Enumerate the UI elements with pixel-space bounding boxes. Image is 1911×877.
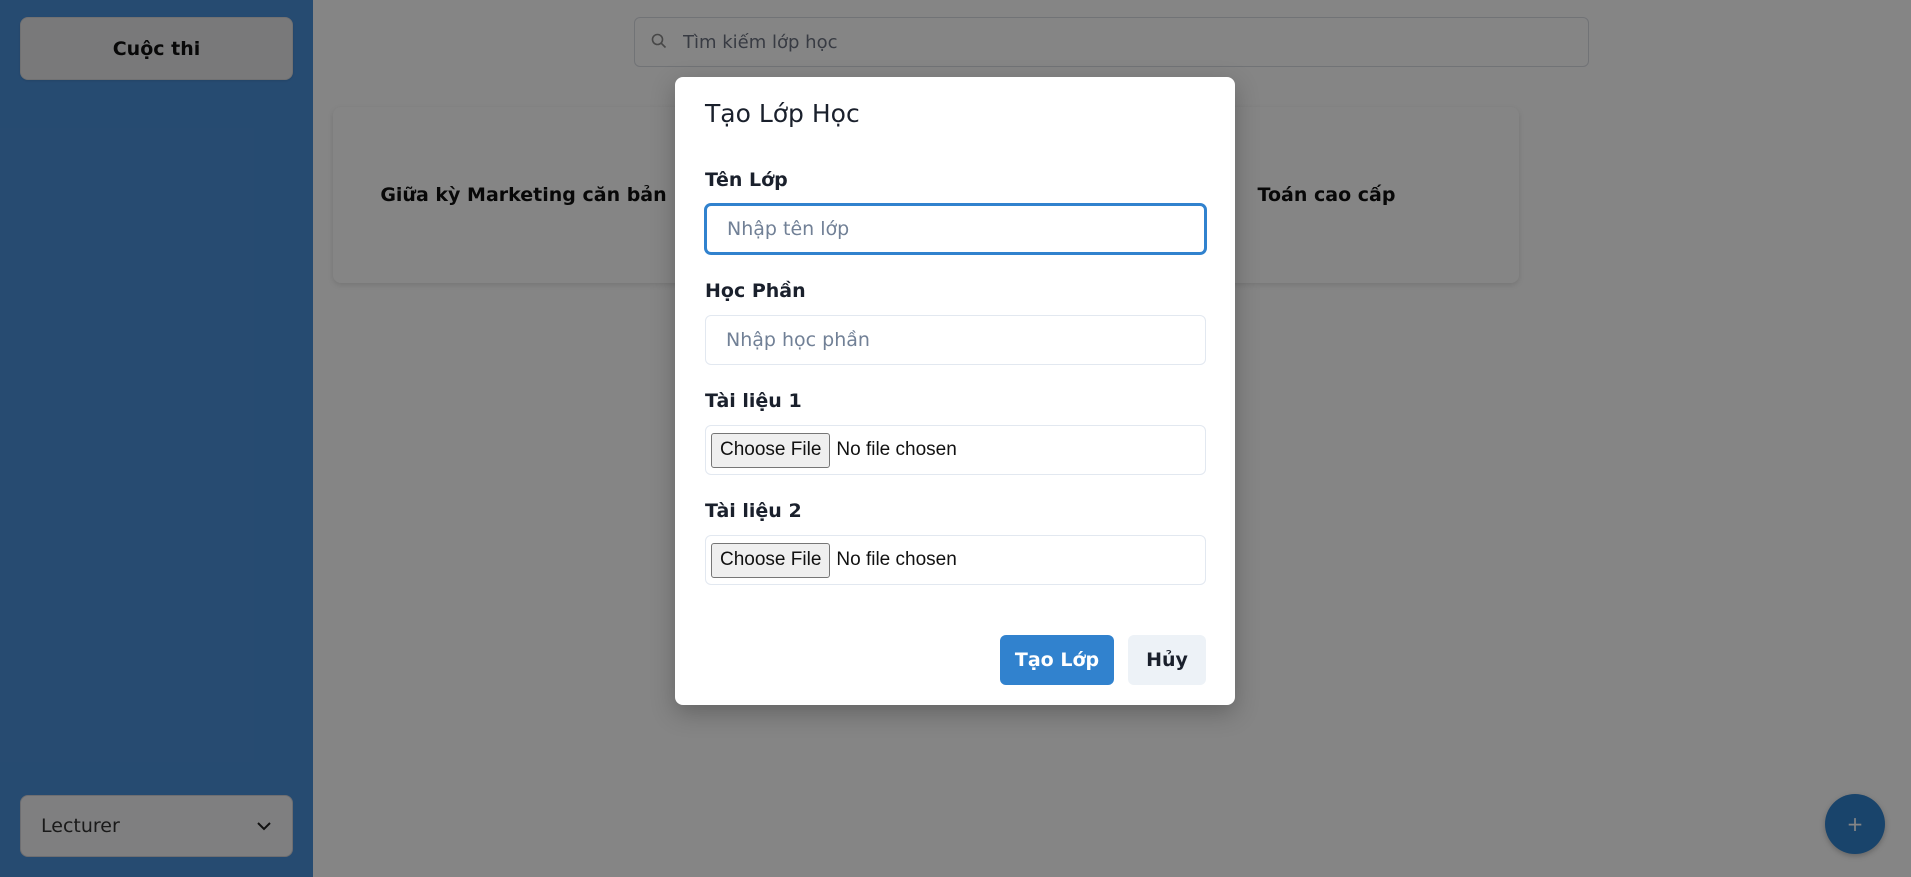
- doc2-file-input[interactable]: Choose File No file chosen: [705, 535, 1206, 585]
- class-name-label: Tên Lớp: [705, 169, 788, 191]
- doc1-choose-file-button[interactable]: Choose File: [711, 432, 831, 468]
- doc2-file-status: No file chosen: [836, 549, 957, 570]
- create-class-button[interactable]: Tạo Lớp: [1000, 635, 1114, 685]
- doc1-file-status: No file chosen: [836, 439, 957, 460]
- course-input[interactable]: [705, 315, 1206, 365]
- course-label: Học Phần: [705, 280, 806, 302]
- doc2-choose-file-button[interactable]: Choose File: [711, 542, 831, 578]
- doc2-label: Tài liệu 2: [705, 500, 802, 522]
- class-name-input[interactable]: [705, 204, 1206, 254]
- create-class-modal: Tạo Lớp Học Tên Lớp Học Phần Tài liệu 1 …: [675, 77, 1235, 705]
- modal-title: Tạo Lớp Học: [705, 99, 860, 128]
- cancel-button[interactable]: Hủy: [1128, 635, 1206, 685]
- doc1-file-input[interactable]: Choose File No file chosen: [705, 425, 1206, 475]
- doc1-label: Tài liệu 1: [705, 390, 802, 412]
